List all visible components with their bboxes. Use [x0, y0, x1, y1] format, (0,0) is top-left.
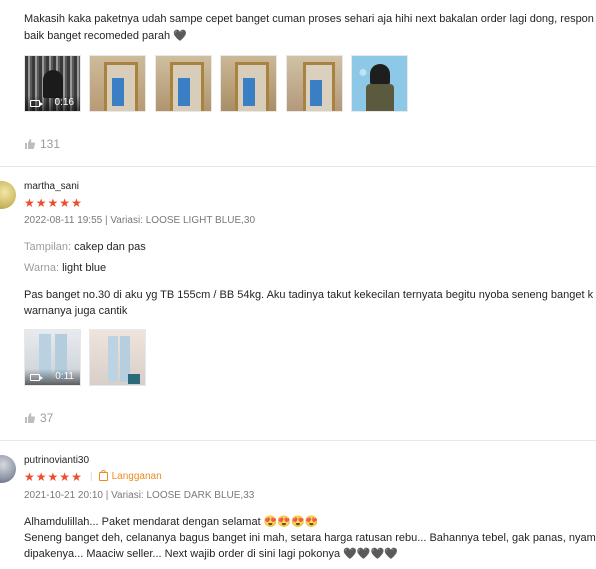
review-2-text-line-1: Pas banget no.30 di aku yg TB 155cm / BB…	[24, 289, 594, 301]
review-3-text-line-1: Alhamdulillah... Paket mendarat dengan s…	[24, 516, 319, 528]
review-1-image-thumb[interactable]	[351, 55, 408, 112]
reviewer-username[interactable]: putrinovianti30	[24, 455, 89, 466]
attribute-value: cakep dan pas	[74, 241, 146, 253]
review-2-video-thumb[interactable]: 0:11	[24, 329, 81, 386]
star-icon: ★	[47, 196, 59, 210]
rating-stars: ★ ★ ★ ★ ★	[24, 471, 82, 483]
like-count: 37	[40, 411, 54, 425]
review-2-like-button[interactable]: 37	[24, 411, 53, 425]
like-count: 131	[40, 137, 61, 151]
star-icon: ★	[47, 470, 59, 484]
video-duration: 0:11	[55, 371, 74, 382]
star-icon: ★	[71, 196, 82, 210]
star-icon: ★	[35, 196, 47, 210]
video-duration: 0:16	[54, 97, 74, 108]
review-meta: 2021-10-21 20:10 | Variasi: LOOSE DARK B…	[24, 490, 255, 501]
review-1-video-thumb[interactable]: 0:16	[24, 55, 81, 112]
avatar[interactable]	[0, 181, 16, 209]
attribute-warna: Warna: light blue	[24, 262, 106, 274]
thumbs-up-icon	[25, 413, 36, 423]
shopping-bag-icon	[98, 470, 108, 481]
attribute-tampilan: Tampilan: cakep dan pas	[24, 241, 146, 253]
review-divider	[0, 440, 596, 441]
review-3-text-line-3: dipakenya... Maaciw seller... Next wajib…	[24, 548, 398, 560]
review-3-text-line-2: Seneng banget deh, celananya bagus bange…	[24, 532, 596, 544]
review-1-image-thumb[interactable]	[89, 55, 146, 112]
attribute-key: Tampilan:	[24, 241, 72, 253]
review-1-text-line-2: baik banget recomeded parah 🖤	[24, 30, 187, 42]
review-divider	[0, 166, 596, 167]
review-2-text-line-2: warnanya juga cantik	[24, 305, 128, 317]
attribute-value: light blue	[62, 262, 107, 274]
attribute-key: Warna:	[24, 262, 60, 274]
badge-label: Langganan	[111, 471, 162, 482]
star-icon: ★	[24, 470, 35, 484]
review-meta: 2022-08-11 19:55 | Variasi: LOOSE LIGHT …	[24, 215, 256, 226]
reviewer-username[interactable]: martha_sani	[24, 181, 79, 192]
star-icon: ★	[71, 470, 82, 484]
review-1-text-line-1: Makasih kaka paketnya udah sampe cepet b…	[24, 13, 594, 25]
video-camera-icon	[30, 100, 43, 107]
review-1-like-button[interactable]: 131	[24, 137, 60, 151]
star-icon: ★	[24, 196, 35, 210]
rating-stars: ★ ★ ★ ★ ★	[24, 197, 82, 209]
star-icon: ★	[59, 470, 71, 484]
video-camera-icon	[30, 374, 43, 381]
review-1-image-thumb[interactable]	[155, 55, 212, 112]
avatar[interactable]	[0, 455, 16, 483]
subscriber-badge: | Langganan	[90, 470, 162, 482]
review-1-image-thumb[interactable]	[286, 55, 343, 112]
star-icon: ★	[35, 470, 47, 484]
thumbs-up-icon	[25, 139, 36, 149]
review-1-image-thumb[interactable]	[220, 55, 277, 112]
review-2-image-thumb[interactable]	[89, 329, 146, 386]
star-icon: ★	[59, 196, 71, 210]
